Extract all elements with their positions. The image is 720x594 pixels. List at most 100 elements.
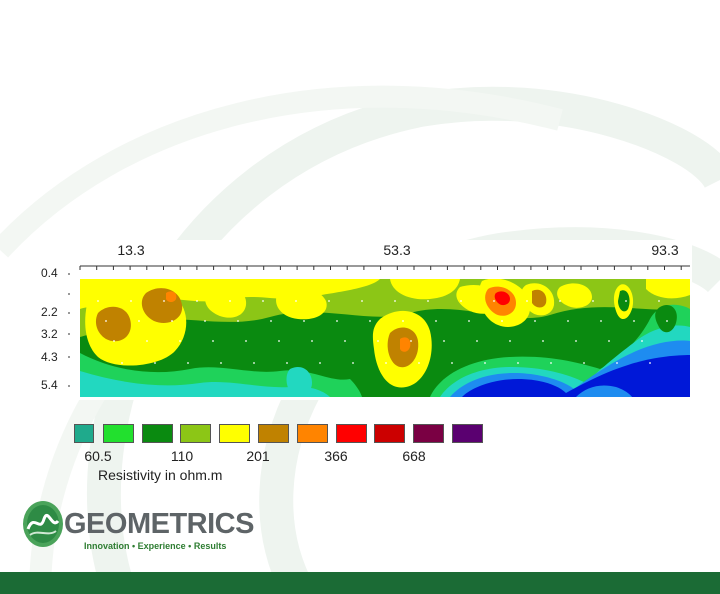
color-swatch (180, 424, 212, 443)
sample-point (163, 300, 165, 302)
sample-point (666, 320, 668, 322)
sample-point (542, 340, 544, 342)
sample-point (311, 340, 313, 342)
sample-point (245, 340, 247, 342)
sample-point (567, 320, 569, 322)
sample-point (262, 300, 264, 302)
color-swatch (102, 424, 134, 443)
sample-point (484, 362, 486, 364)
sample-point (443, 340, 445, 342)
sample-point (559, 300, 561, 302)
sample-point (583, 362, 585, 364)
scale-label: 110 (170, 448, 194, 464)
y-tick-label: 2.2 (41, 305, 58, 319)
contour-fill (166, 291, 177, 302)
sample-point (196, 300, 198, 302)
sample-point (649, 362, 651, 364)
y-tick-label: 3.2 (41, 327, 58, 341)
scale-label: 668 (402, 448, 426, 464)
sample-point (278, 340, 280, 342)
sample-point (286, 362, 288, 364)
scale-label: 201 (246, 448, 270, 464)
sample-point (526, 300, 528, 302)
resistivity-contour-plot (80, 279, 690, 397)
sample-point (146, 340, 148, 342)
sample-point (402, 320, 404, 322)
geometrics-logo-icon (23, 501, 63, 547)
sample-point (509, 340, 511, 342)
sample-point (625, 300, 627, 302)
sample-point (220, 362, 222, 364)
sample-point (460, 300, 462, 302)
sample-point (171, 320, 173, 322)
color-swatch (296, 424, 328, 443)
sample-point (493, 300, 495, 302)
sample-point (303, 320, 305, 322)
sample-point (517, 362, 519, 364)
y-tick-label: 0.4 (41, 266, 58, 280)
sample-point (97, 300, 99, 302)
color-swatch (74, 424, 94, 443)
scale-label: 60.5 (84, 448, 112, 464)
sample-point (451, 362, 453, 364)
sample-point (105, 320, 107, 322)
sample-point (328, 300, 330, 302)
sample-point (435, 320, 437, 322)
sample-point (550, 362, 552, 364)
sample-point (641, 340, 643, 342)
sample-point (501, 320, 503, 322)
sample-point (121, 362, 123, 364)
sample-point (608, 340, 610, 342)
sample-point (336, 320, 338, 322)
color-swatch (335, 424, 367, 443)
sample-point (212, 340, 214, 342)
sample-point (295, 300, 297, 302)
sample-point (179, 340, 181, 342)
contour-image (80, 279, 690, 397)
sample-point (138, 320, 140, 322)
sample-point (534, 320, 536, 322)
sample-point (130, 300, 132, 302)
color-swatch (258, 424, 289, 443)
color-swatch (219, 424, 251, 443)
sample-point (113, 340, 115, 342)
sample-point (352, 362, 354, 364)
brand-tagline: Innovation • Experience • Results (84, 541, 227, 551)
color-swatch (374, 424, 406, 443)
sample-point (154, 362, 156, 364)
sample-point (658, 300, 660, 302)
sample-point (377, 340, 379, 342)
sample-point (418, 362, 420, 364)
sample-point (616, 362, 618, 364)
y-tick-label: 4.3 (41, 350, 58, 364)
slide: 13.3 53.3 93.3 0.4 2.2 3.2 4.3 5.4 60.5 … (0, 0, 720, 594)
sample-point (229, 300, 231, 302)
sample-point (575, 340, 577, 342)
sample-point (270, 320, 272, 322)
color-swatch (452, 424, 483, 443)
scale-label: 366 (324, 448, 348, 464)
y-tick-label: 5.4 (41, 378, 58, 392)
sample-point (319, 362, 321, 364)
sample-point (394, 300, 396, 302)
color-swatch (413, 424, 445, 443)
sample-point (468, 320, 470, 322)
sample-point (592, 300, 594, 302)
sample-point (385, 362, 387, 364)
sample-point (187, 362, 189, 364)
sample-point (204, 320, 206, 322)
sample-point (361, 300, 363, 302)
color-swatch (141, 424, 173, 443)
sample-point (253, 362, 255, 364)
sample-point (633, 320, 635, 322)
footer-bar (0, 572, 720, 594)
sample-point (476, 340, 478, 342)
scale-title: Resistivity in ohm.m (98, 467, 223, 483)
brand-name: GEOMETRICS (64, 508, 254, 540)
sample-point (237, 320, 239, 322)
y-axis-dots (68, 273, 70, 387)
sample-point (410, 340, 412, 342)
sample-point (344, 340, 346, 342)
sample-point (600, 320, 602, 322)
sample-point (427, 300, 429, 302)
